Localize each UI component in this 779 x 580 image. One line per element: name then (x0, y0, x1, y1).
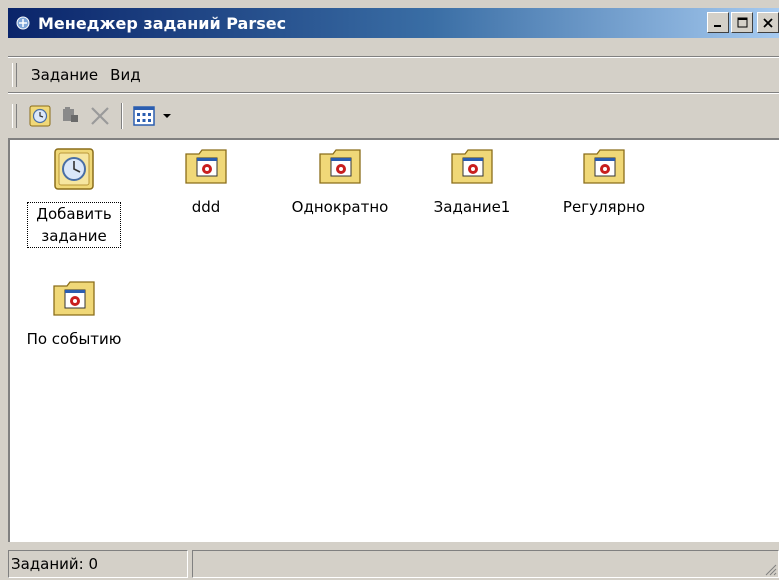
item-label: По событию (26, 330, 122, 348)
toolbar-grip[interactable] (12, 104, 17, 128)
delete-tool-button[interactable] (85, 101, 115, 131)
menubar-grip[interactable] (12, 63, 17, 87)
list-item-task-folder[interactable]: Однократно (292, 146, 388, 218)
app-icon (14, 14, 32, 32)
delete-icon (91, 107, 109, 125)
properties-icon (63, 107, 78, 122)
status-panel-count: Заданий: 0 (8, 550, 188, 578)
maximize-button[interactable] (731, 12, 753, 33)
menu-zadanie[interactable]: Задание (25, 66, 104, 84)
list-item-task-folder[interactable]: Регулярно (556, 146, 652, 218)
title-bar[interactable]: Менеджер заданий Parsec (8, 8, 779, 38)
window-title: Менеджер заданий Parsec (38, 13, 287, 33)
status-panel-empty (192, 550, 779, 578)
item-label: Регулярно (562, 198, 646, 216)
add-task-icon (29, 105, 51, 127)
view-mode-tool-button[interactable] (129, 101, 159, 131)
list-item-task-folder[interactable]: Задание1 (424, 146, 520, 218)
list-item-task-folder[interactable]: ddd (158, 146, 254, 218)
status-text: Заданий: 0 (11, 555, 99, 573)
maximize-icon (737, 17, 747, 28)
close-icon (763, 17, 773, 28)
view-mode-icon (133, 106, 155, 126)
item-label: Задание1 (433, 198, 511, 216)
add-task-icon (54, 148, 94, 190)
task-folder-icon (185, 149, 227, 184)
resize-grip-icon[interactable] (763, 562, 777, 576)
menu-vid[interactable]: Вид (104, 66, 146, 84)
properties-tool-button[interactable] (55, 101, 85, 131)
toolbar (8, 96, 779, 136)
list-item-task-folder[interactable]: По событию (26, 278, 122, 350)
close-button[interactable] (757, 12, 779, 33)
title-buttons (707, 12, 779, 33)
item-label: Добавить задание (27, 202, 121, 248)
task-folder-icon (583, 149, 625, 184)
task-list-view[interactable]: Добавить задание ddd Однократно Задание1… (8, 138, 779, 542)
status-bar: Заданий: 0 (8, 546, 779, 580)
task-manager-window: Менеджер заданий Parsec Задание Вид Доба… (0, 0, 779, 580)
item-label: ddd (191, 198, 221, 216)
menu-separator-top (8, 56, 779, 58)
list-item-add-task[interactable]: Добавить задание (26, 146, 122, 248)
toolbar-separator (121, 103, 123, 129)
menu-bar: Задание Вид (8, 60, 779, 90)
task-folder-icon (53, 281, 95, 316)
minimize-button[interactable] (707, 12, 729, 33)
view-mode-dropdown[interactable] (159, 101, 175, 131)
toolbar-separator-top (8, 92, 779, 94)
item-label: Однократно (291, 198, 389, 216)
task-folder-icon (451, 149, 493, 184)
add-task-tool-button[interactable] (25, 101, 55, 131)
task-folder-icon (319, 149, 361, 184)
dropdown-arrow-icon (163, 114, 171, 118)
minimize-icon (714, 24, 721, 27)
